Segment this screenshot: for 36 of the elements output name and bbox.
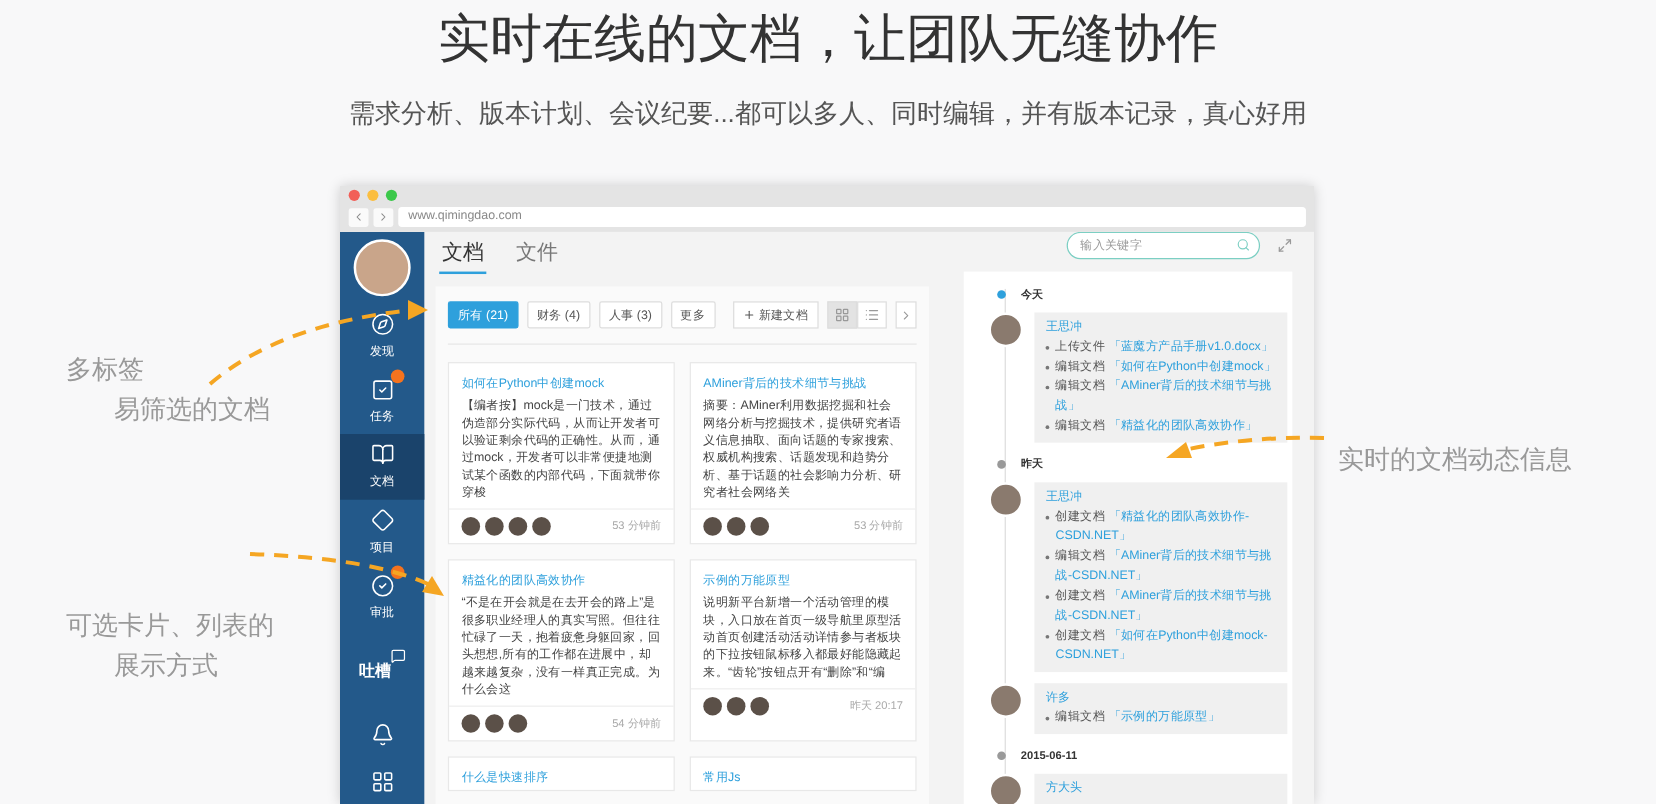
bullet-dot — [1045, 425, 1050, 430]
user-avatar[interactable] — [988, 773, 1024, 804]
tab[interactable]: 文件 — [513, 238, 561, 275]
bullet-dot — [1045, 555, 1050, 560]
nav-icon — [370, 312, 394, 336]
annotation-text: 多标签 — [66, 352, 146, 388]
sidebar-item[interactable]: 吐槽 — [340, 629, 425, 712]
bullet-dot — [1045, 385, 1050, 390]
nav-icon — [370, 377, 394, 402]
bullet-dot — [1045, 365, 1050, 370]
back-button[interactable] — [348, 207, 369, 227]
bullet-dot — [1045, 634, 1050, 639]
nav-icon — [370, 443, 394, 467]
minimize-dot-icon[interactable] — [367, 189, 379, 201]
user-avatar[interactable] — [353, 239, 411, 297]
user-avatar[interactable] — [988, 683, 1024, 718]
bullet-dot — [1045, 515, 1050, 520]
user-avatar[interactable] — [988, 482, 1024, 518]
list-view-button[interactable] — [856, 301, 887, 329]
annotation-text: 易筛选的文档 — [112, 392, 272, 428]
annotation-text: 展示方式 — [112, 648, 220, 684]
annotation-text: 可选卡片、列表的 — [66, 608, 276, 644]
user-avatar[interactable] — [988, 312, 1024, 348]
nav-icon — [370, 573, 394, 598]
card-view-button[interactable] — [826, 301, 857, 329]
next-button[interactable] — [895, 301, 917, 329]
tab[interactable]: 文档 — [439, 238, 487, 275]
forward-button[interactable] — [373, 207, 394, 227]
bullet-dot — [1045, 716, 1050, 721]
page-subtitle: 需求分析、版本计划、会议纪要...都可以多人、同时编辑，并有版本记录，真心好用 — [349, 96, 1307, 132]
close-dot-icon[interactable] — [348, 189, 360, 201]
bullet-dot — [1045, 345, 1050, 350]
annotation-text: 实时的文档动态信息 — [1338, 442, 1574, 478]
nav-icon — [370, 508, 394, 532]
maximize-dot-icon[interactable] — [385, 189, 398, 201]
page-title: 实时在线的文档，让团队无缝协作 — [438, 8, 1218, 68]
